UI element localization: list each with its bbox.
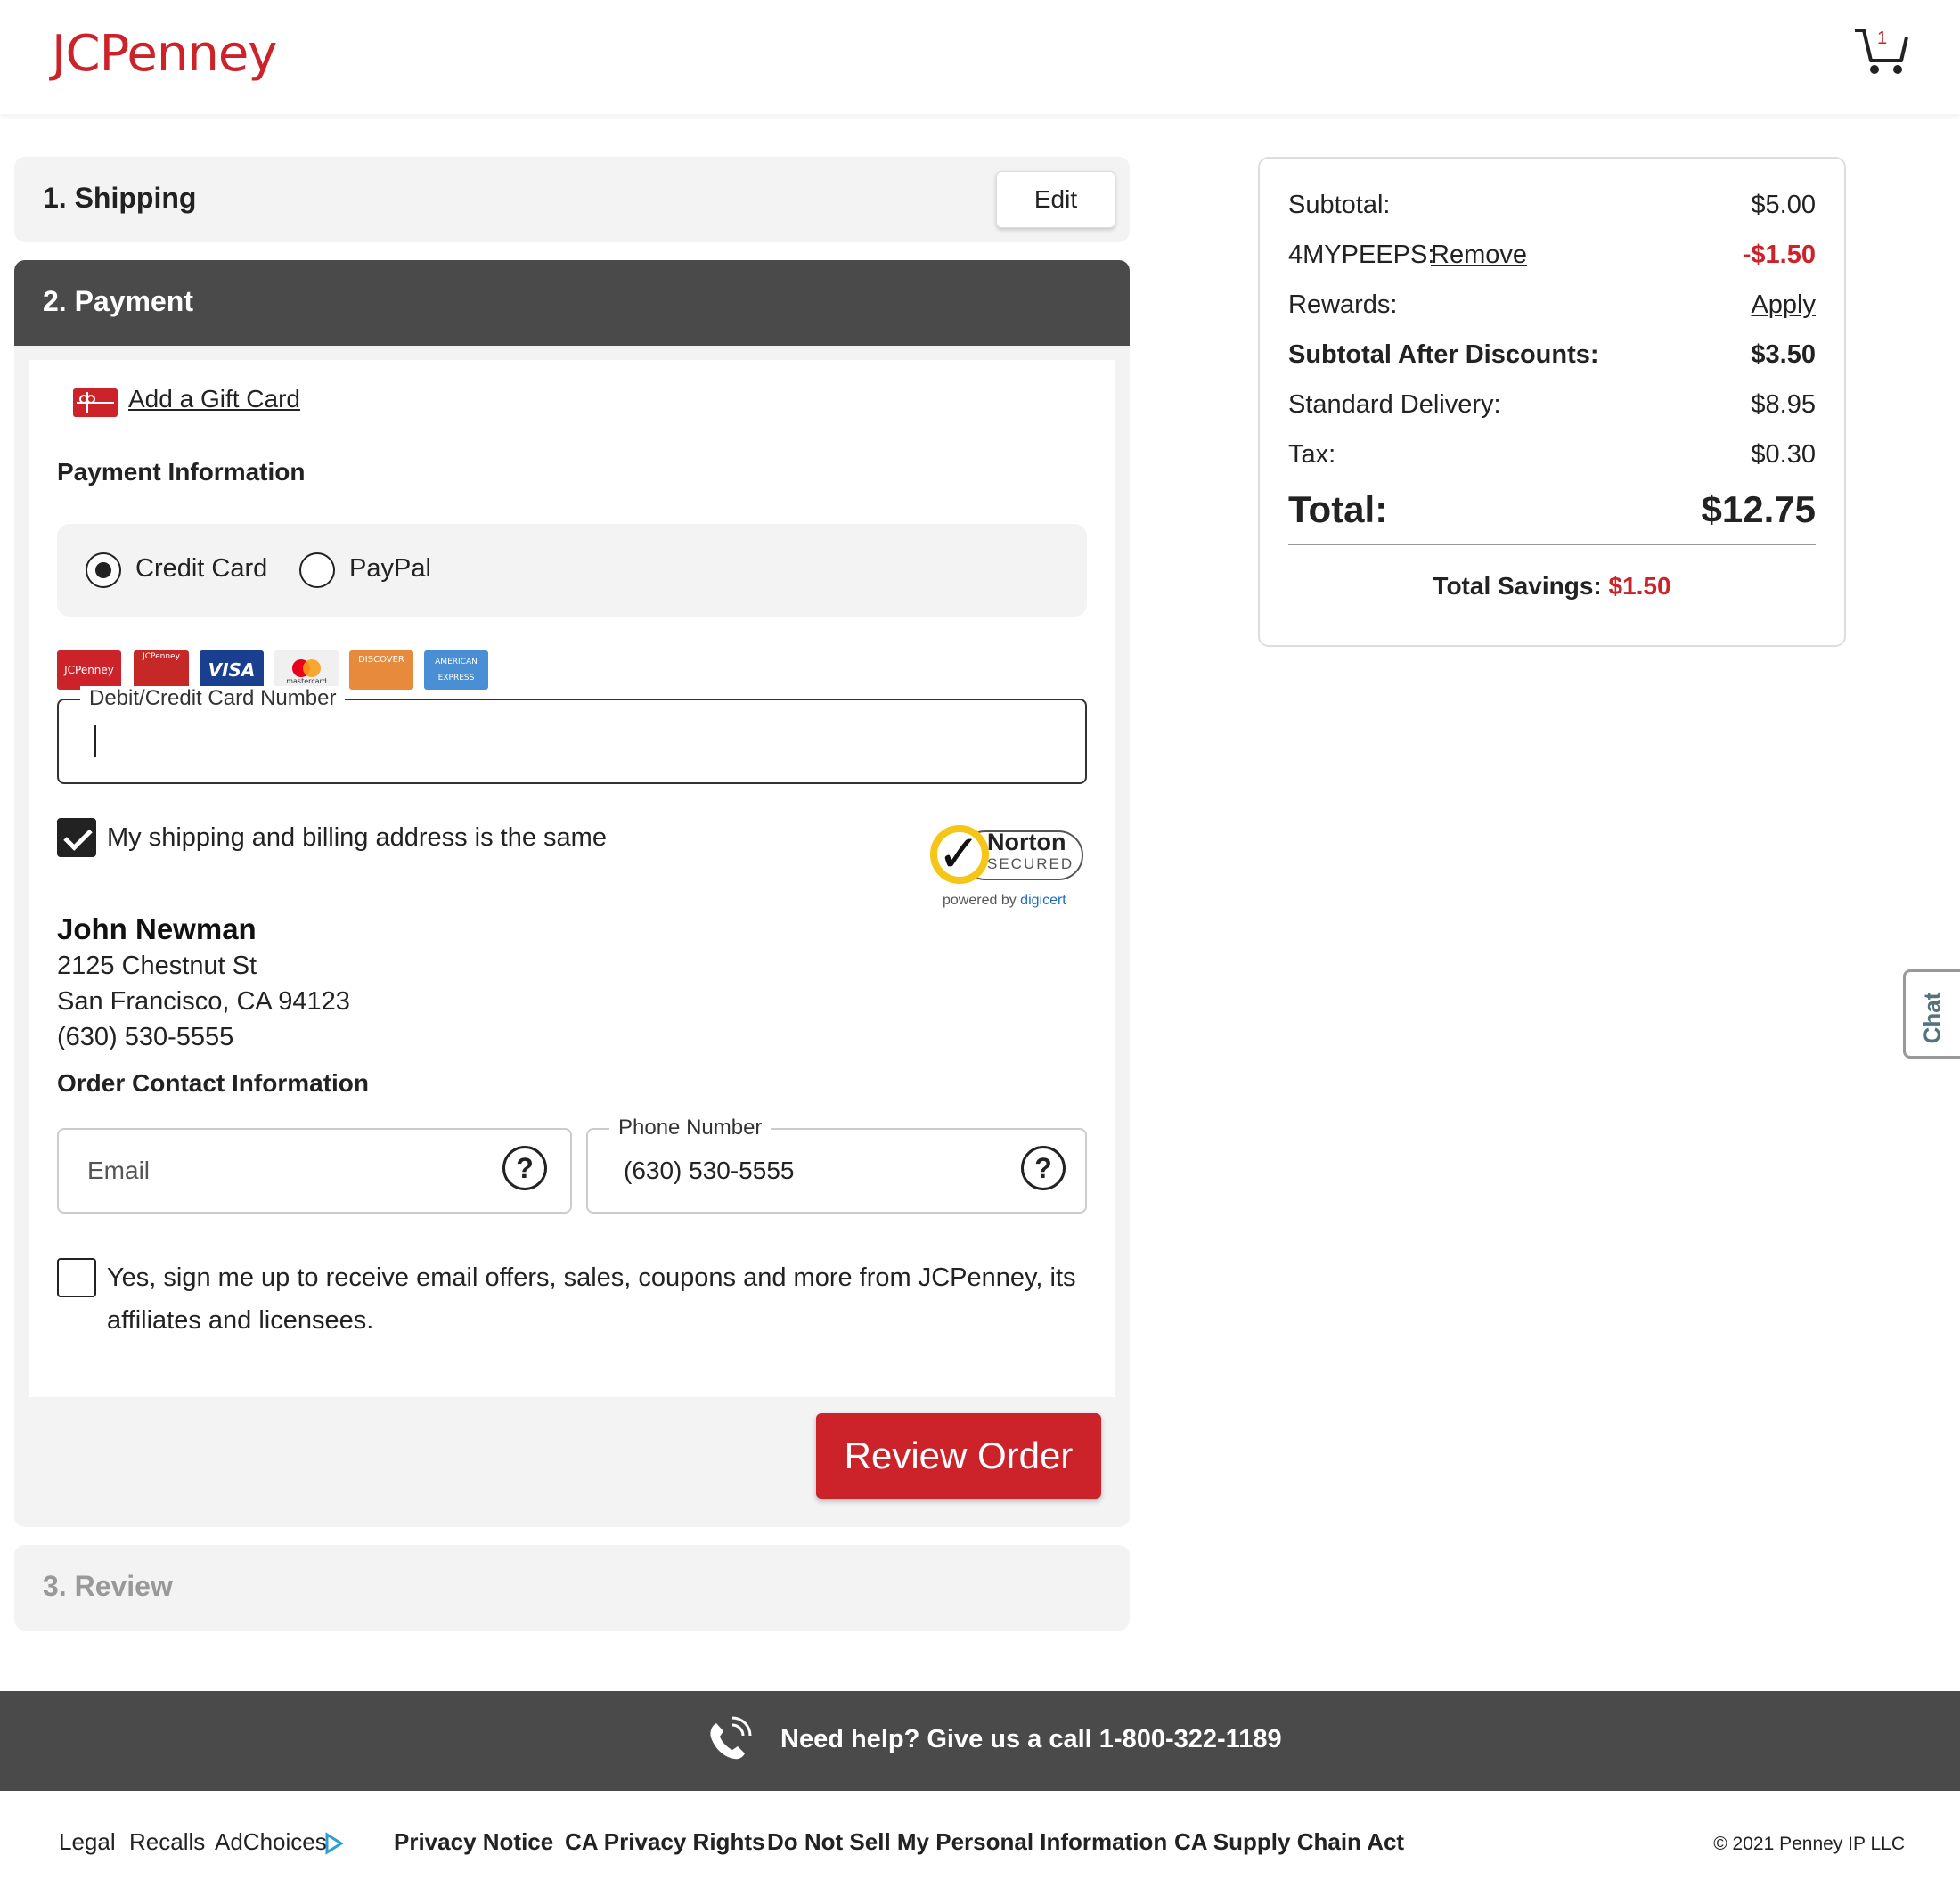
cart-count-badge: 1 <box>1877 29 1888 48</box>
tax-label: Tax: <box>1288 440 1336 469</box>
footer-link-ca-privacy-rights[interactable]: CA Privacy Rights <box>565 1828 764 1856</box>
review-step-title: 3. Review <box>43 1570 173 1602</box>
rewards-label: Rewards: <box>1288 290 1398 319</box>
payment-information-heading: Payment Information <box>57 458 306 486</box>
help-bar: Need help? Give us a call 1-800-322-1189 <box>0 1691 1960 1791</box>
email-help-icon[interactable]: ? <box>502 1146 547 1190</box>
norton-wordmark: Norton <box>987 829 1066 855</box>
checkmark-icon: ✓ <box>937 825 981 883</box>
jcpenney-mastercard-logo: JCPenney <box>134 650 189 690</box>
american-express-logo: AMERICAN EXPRESS <box>424 650 488 690</box>
subtotal-label: Subtotal: <box>1288 191 1391 219</box>
payment-form: Add a Gift Card Payment Information Cred… <box>29 360 1115 1397</box>
paypal-radio[interactable] <box>299 552 335 588</box>
site-footer: Legal Recalls AdChoices Privacy Notice C… <box>0 1791 1960 1880</box>
phone-help-icon[interactable]: ? <box>1021 1146 1066 1190</box>
billing-name: John Newman <box>57 912 257 945</box>
summary-divider <box>1288 544 1816 545</box>
total-savings-value: $1.50 <box>1608 572 1671 600</box>
credit-card-radio[interactable] <box>86 552 121 588</box>
billing-city: San Francisco, CA 94123 <box>57 987 350 1016</box>
footer-link-adchoices[interactable]: AdChoices <box>215 1828 327 1856</box>
same-address-checkbox[interactable] <box>57 818 96 857</box>
norton-secured-badge: ✓ Norton SECURED powered by digicert <box>925 814 1103 912</box>
card-number-field[interactable]: Debit/Credit Card Number <box>57 686 1087 784</box>
promo-code-label: 4MYPEEPS: <box>1288 241 1435 269</box>
copyright-text: © 2021 Penney IP LLC <box>1713 1834 1905 1854</box>
visa-logo: VISA <box>200 650 264 690</box>
remove-promo-link[interactable]: Remove <box>1431 241 1527 270</box>
chat-label: Chat <box>1918 992 1946 1044</box>
discover-logo: DISCOVER <box>349 650 413 690</box>
powered-by-text: powered by <box>943 893 1017 908</box>
email-optin-label-line1[interactable]: Yes, sign me up to receive email offers,… <box>107 1256 1076 1299</box>
email-optin-checkbox[interactable] <box>57 1258 96 1297</box>
phone-icon <box>710 1716 752 1760</box>
subtotal-value: $5.00 <box>1751 191 1816 219</box>
review-order-button[interactable]: Review Order <box>816 1413 1101 1499</box>
payment-method-selector: Credit Card PayPal <box>57 524 1087 617</box>
order-summary: Subtotal: $5.00 4MYPEEPS: Remove -$1.50 … <box>1258 157 1846 647</box>
shipping-step-panel: 1. Shipping Edit <box>14 157 1130 242</box>
delivery-label: Standard Delivery: <box>1288 390 1501 419</box>
shipping-step-title: 1. Shipping <box>43 182 197 214</box>
gift-card-icon <box>73 388 118 417</box>
edit-shipping-button[interactable]: Edit <box>996 171 1115 228</box>
promo-discount-value: -$1.50 <box>1742 241 1816 269</box>
mastercard-logo-text: mastercard <box>286 677 327 685</box>
norton-powered-by: powered by digicert <box>943 893 1066 909</box>
credit-card-radio-label[interactable]: Credit Card <box>135 554 267 584</box>
paypal-radio-label[interactable]: PayPal <box>349 554 431 584</box>
card-number-input[interactable] <box>87 700 1067 782</box>
subtotal-after-discounts-label: Subtotal After Discounts: <box>1288 340 1599 369</box>
apply-rewards-link[interactable]: Apply <box>1751 290 1816 320</box>
payment-step-title: 2. Payment <box>43 285 193 317</box>
billing-street: 2125 Chestnut St <box>57 952 257 980</box>
subtotal-after-discounts-value: $3.50 <box>1751 340 1816 369</box>
order-contact-heading: Order Contact Information <box>57 1069 370 1097</box>
same-address-label[interactable]: My shipping and billing address is the s… <box>107 816 607 859</box>
review-step-panel: 3. Review <box>14 1545 1130 1631</box>
email-optin-label-line2[interactable]: affiliates and licensees. <box>107 1299 373 1342</box>
add-gift-card-link[interactable]: Add a Gift Card <box>128 385 300 413</box>
mastercard-logo: mastercard <box>274 650 339 690</box>
norton-secured-text: SECURED <box>987 855 1074 872</box>
site-header: JCPenney 1 <box>0 0 1960 114</box>
footer-link-privacy-notice[interactable]: Privacy Notice <box>394 1828 553 1856</box>
jcpenney-card-logo: JCPenney <box>57 650 121 690</box>
payment-step-header: 2. Payment <box>14 260 1130 346</box>
email-input[interactable] <box>87 1130 479 1212</box>
footer-link-ca-supply-chain[interactable]: CA Supply Chain Act <box>1174 1828 1404 1856</box>
phone-field[interactable]: Phone Number ? <box>586 1116 1087 1214</box>
help-phone-text: Need help? Give us a call 1-800-322-1189 <box>780 1725 1282 1753</box>
footer-link-legal[interactable]: Legal <box>59 1828 116 1856</box>
footer-link-recalls[interactable]: Recalls <box>129 1828 205 1856</box>
total-savings-label: Total Savings: <box>1433 572 1602 600</box>
chat-tab[interactable]: Chat <box>1903 969 1960 1059</box>
footer-link-do-not-sell[interactable]: Do Not Sell My Personal Information <box>767 1828 1167 1856</box>
total-label: Total: <box>1288 488 1388 530</box>
delivery-value: $8.95 <box>1751 390 1816 419</box>
payment-step-panel: 2. Payment Add a Gift Card Payment Infor… <box>14 260 1130 1527</box>
phone-number-input[interactable] <box>624 1130 998 1212</box>
tax-value: $0.30 <box>1751 440 1816 469</box>
total-savings: Total Savings: $1.50 <box>1260 572 1844 601</box>
jcpenney-logo[interactable]: JCPenney <box>52 25 277 83</box>
total-value: $12.75 <box>1701 488 1816 530</box>
adchoices-icon[interactable] <box>324 1832 344 1855</box>
digicert-brand: digicert <box>1020 893 1066 908</box>
billing-phone: (630) 530-5555 <box>57 1023 234 1051</box>
email-field[interactable]: ? <box>57 1128 572 1214</box>
